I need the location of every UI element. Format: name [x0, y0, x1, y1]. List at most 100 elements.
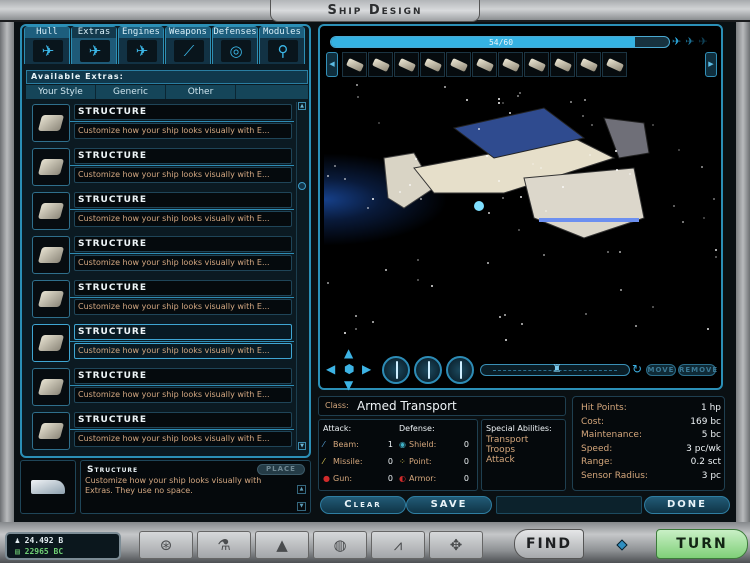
- sensor-radius-stat: Sensor Radius: 3 pc: [581, 471, 721, 483]
- extras-list-item[interactable]: Structure Customize how your ship looks …: [28, 146, 296, 190]
- extras-list: Structure Customize how your ship looks …: [28, 102, 296, 452]
- star: [371, 320, 374, 323]
- move-button[interactable]: Move: [646, 364, 676, 376]
- clear-button[interactable]: Clear: [320, 496, 406, 514]
- list-scrollbar[interactable]: ▲ ▼: [296, 102, 306, 450]
- place-button[interactable]: Place: [257, 464, 305, 475]
- ship-engine: [474, 201, 484, 211]
- planets-button[interactable]: ⊛: [139, 531, 193, 559]
- stat-label: Sensor Radius:: [581, 470, 648, 481]
- subtab-other[interactable]: Other: [166, 85, 236, 99]
- scroll-down-button[interactable]: ▼: [298, 442, 306, 450]
- action-buttons: Clear Save Done: [318, 496, 730, 514]
- extras-list-item[interactable]: Structure Customize how your ship looks …: [28, 322, 296, 366]
- item-thumbnail: [32, 412, 70, 450]
- tab-weapons[interactable]: Weapons ⟋: [165, 26, 211, 64]
- scroll-up-button[interactable]: ▲: [298, 102, 306, 110]
- shield-stat: ◉ Shield: 0: [399, 440, 473, 452]
- tab-extras[interactable]: Extras ✈: [71, 26, 117, 64]
- ship-design-button[interactable]: ✥: [429, 531, 483, 559]
- tab-modules[interactable]: Modules ⚲: [259, 26, 305, 64]
- star: [444, 85, 447, 88]
- build-button[interactable]: ▲: [255, 531, 309, 559]
- stat-value: 0: [463, 440, 469, 449]
- graphs-button[interactable]: ⩘: [371, 531, 425, 559]
- hull-option[interactable]: [472, 52, 497, 77]
- remove-button[interactable]: Remove: [678, 364, 717, 376]
- star: [355, 328, 358, 331]
- rotate-z-dial[interactable]: [446, 356, 474, 384]
- missile-stat: ⁄ Missile: 0: [323, 457, 397, 469]
- stat-label: Armor:: [409, 474, 437, 483]
- structure-icon: [37, 247, 65, 263]
- ship-model[interactable]: [374, 98, 664, 248]
- extras-list-item[interactable]: Structure Customize how your ship looks …: [28, 410, 296, 454]
- space-view[interactable]: [324, 78, 719, 348]
- hull-option[interactable]: [602, 52, 627, 77]
- pan-up-icon[interactable]: ▲: [344, 346, 353, 360]
- gun-icon: ●: [323, 474, 330, 483]
- hull-option[interactable]: [524, 52, 549, 77]
- star: [678, 149, 681, 152]
- stat-value: 0: [387, 474, 393, 483]
- done-button[interactable]: Done: [644, 496, 730, 514]
- item-description: Customize how your ship looks visually w…: [74, 255, 292, 271]
- hull-option[interactable]: [498, 52, 523, 77]
- camera-dpad[interactable]: ▲ ◀ ▶ ▼ ⬢: [326, 346, 372, 396]
- detail-body: Structure Place Customize how your ship …: [80, 460, 311, 514]
- detail-scroll-up[interactable]: ▲: [297, 485, 306, 494]
- zoom-slider[interactable]: ♜: [480, 362, 630, 378]
- reset-view-icon[interactable]: ⬢: [344, 362, 354, 376]
- pan-down-icon[interactable]: ▼: [344, 378, 353, 392]
- zoom-slider-knob[interactable]: ♜: [552, 362, 562, 378]
- connector-line: [70, 429, 294, 430]
- hull-option[interactable]: [420, 52, 445, 77]
- find-button[interactable]: Find: [514, 529, 584, 559]
- subtab-generic[interactable]: Generic: [96, 85, 166, 99]
- star: [607, 250, 610, 253]
- research-button[interactable]: ⚗: [197, 531, 251, 559]
- rotate-y-dial[interactable]: [414, 356, 442, 384]
- structure-preview-icon: [31, 480, 65, 494]
- pan-left-icon[interactable]: ◀: [326, 362, 335, 376]
- turn-button[interactable]: Turn: [656, 529, 748, 559]
- rotate-icon[interactable]: ↻: [632, 362, 642, 376]
- medium-ship-icon[interactable]: ✈: [685, 35, 694, 48]
- hull-option[interactable]: [394, 52, 419, 77]
- maintenance-stat: Maintenance: 5 bc: [581, 430, 721, 442]
- stat-label: Maintenance:: [581, 430, 642, 440]
- extras-list-item[interactable]: Structure Customize how your ship looks …: [28, 102, 296, 146]
- tab-defenses[interactable]: Defenses ◎: [212, 26, 258, 64]
- star: [519, 92, 522, 95]
- hull-next-button[interactable]: ▶: [705, 52, 717, 77]
- hull-prev-button[interactable]: ◀: [326, 52, 338, 77]
- large-ship-icon[interactable]: ✈: [698, 35, 707, 48]
- tab-engines[interactable]: Engines ✈: [118, 26, 164, 64]
- extras-list-item[interactable]: Structure Customize how your ship looks …: [28, 190, 296, 234]
- hull-option[interactable]: [368, 52, 393, 77]
- tab-label: Weapons: [166, 27, 210, 38]
- hull-option[interactable]: [576, 52, 601, 77]
- hull-option[interactable]: [342, 52, 367, 77]
- subtab-your-style[interactable]: Your Style: [26, 85, 96, 99]
- extras-list-item[interactable]: Structure Customize how your ship looks …: [28, 366, 296, 410]
- hull-option[interactable]: [446, 52, 471, 77]
- ship-design-icon: ✥: [449, 536, 463, 554]
- pan-right-icon[interactable]: ▶: [362, 362, 371, 376]
- rotate-x-dial[interactable]: [382, 356, 410, 384]
- detail-description: Customize how your ship looks visually w…: [85, 476, 262, 495]
- save-button[interactable]: Save: [406, 496, 492, 514]
- extras-list-item[interactable]: Structure Customize how your ship looks …: [28, 278, 296, 322]
- item-description: Customize how your ship looks visually w…: [74, 167, 292, 183]
- small-ship-icon[interactable]: ✈: [672, 35, 681, 48]
- hull-option[interactable]: [550, 52, 575, 77]
- star: [355, 315, 358, 318]
- tab-hull[interactable]: Hull ✈: [24, 26, 70, 64]
- diplomacy-button[interactable]: ◍: [313, 531, 367, 559]
- point-defense-icon: ⁘: [399, 457, 406, 466]
- detail-scroll-down[interactable]: ▼: [297, 502, 306, 511]
- extras-list-item[interactable]: Structure Customize how your ship looks …: [28, 234, 296, 278]
- class-value[interactable]: Armed Transport: [357, 399, 457, 413]
- scroll-thumb[interactable]: [298, 182, 306, 190]
- combat-stats: Attack: Defense: ⁄ Beam: 1 ⁄ Missile: 0 ● Gun: 0…: [318, 419, 478, 491]
